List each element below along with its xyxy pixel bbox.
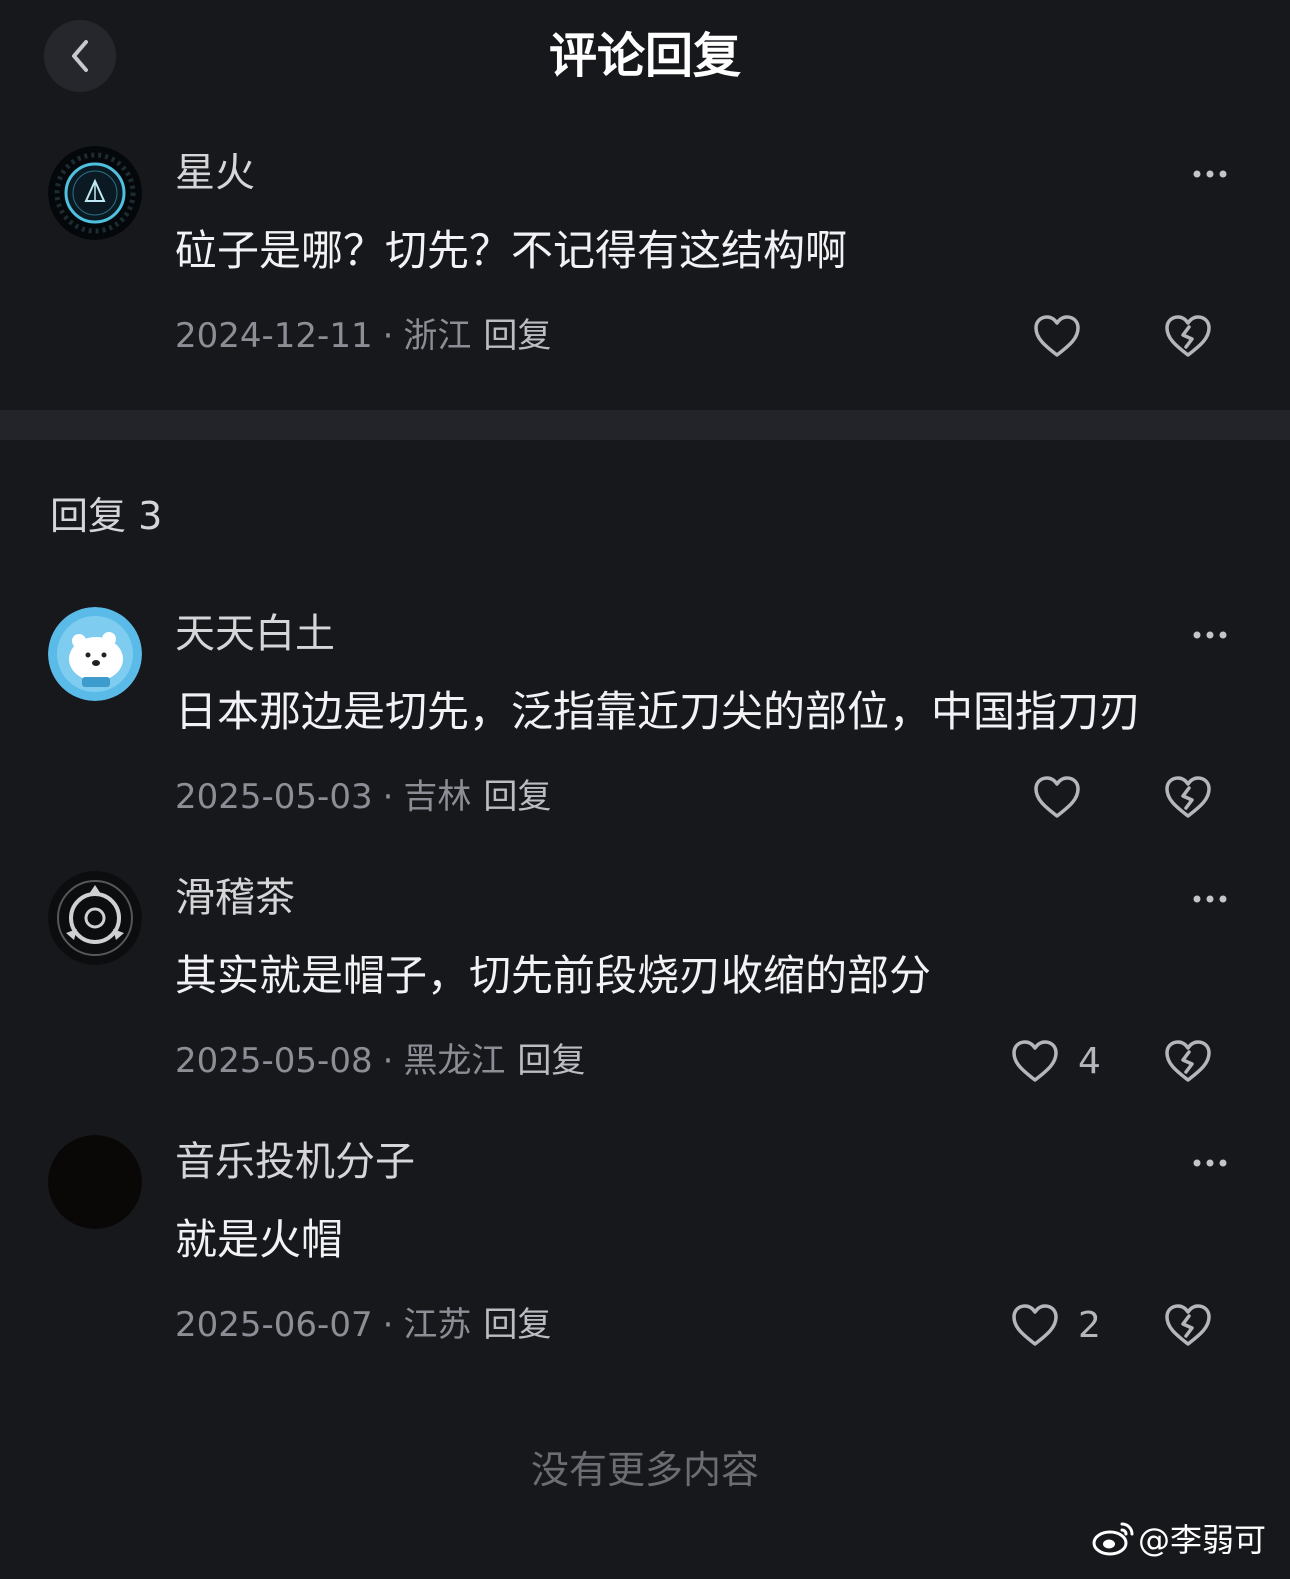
comment-text: 就是火帽 — [175, 1215, 344, 1264]
avatar[interactable] — [48, 607, 142, 701]
username[interactable]: 天天白土 — [175, 607, 335, 661]
dislike-button[interactable] — [1162, 1033, 1214, 1089]
no-more-content-text: 没有更多内容 — [530, 1448, 759, 1492]
username[interactable]: 音乐投机分子 — [175, 1135, 415, 1189]
meta-separator: · — [382, 316, 394, 356]
more-dots-icon — [1193, 895, 1227, 903]
like-count: 2 — [1078, 1304, 1101, 1346]
like-button[interactable] — [1032, 769, 1100, 825]
main-comment: 星火 砬子是哪？切先？不记得有这结构啊 2024-12-11 · 浙江 回复 — [0, 146, 1290, 386]
broken-heart-icon — [1165, 1304, 1211, 1346]
comment-text: 砬子是哪？切先？不记得有这结构啊 — [175, 226, 848, 275]
broken-heart-icon — [1165, 776, 1211, 818]
broken-heart-icon — [1165, 1040, 1211, 1082]
more-options-button[interactable] — [1188, 889, 1232, 909]
avatar[interactable] — [48, 871, 142, 965]
comment-meta: 2025-06-07 · 江苏 回复 — [175, 1302, 551, 1348]
section-divider — [0, 410, 1290, 440]
comment-date: 2025-05-08 — [175, 1041, 373, 1081]
avatar[interactable] — [48, 146, 142, 240]
more-options-button[interactable] — [1188, 625, 1232, 645]
watermark-text: @李弱可 — [1138, 1521, 1267, 1559]
username[interactable]: 滑稽茶 — [175, 871, 295, 925]
comment-date: 2025-06-07 — [175, 1305, 373, 1345]
heart-icon — [1034, 315, 1080, 357]
more-options-button[interactable] — [1188, 164, 1232, 184]
like-button[interactable] — [1032, 308, 1100, 364]
heart-icon — [1012, 1040, 1058, 1082]
watermark: @李弱可 — [1092, 1514, 1266, 1562]
comment-meta: 2025-05-08 · 黑龙江 回复 — [175, 1038, 585, 1084]
like-count: 4 — [1078, 1040, 1101, 1082]
more-options-button[interactable] — [1188, 1153, 1232, 1173]
comment-meta: 2024-12-11 · 浙江 回复 — [175, 313, 551, 359]
heart-icon — [1012, 1304, 1058, 1346]
more-dots-icon — [1193, 170, 1227, 178]
reply-link[interactable]: 回复 — [483, 316, 551, 356]
dislike-button[interactable] — [1162, 1297, 1214, 1353]
username[interactable]: 星火 — [175, 146, 255, 200]
like-button[interactable]: 2 — [1010, 1297, 1101, 1353]
comment-location: 江苏 — [403, 1305, 472, 1345]
like-button[interactable]: 4 — [1010, 1033, 1101, 1089]
meta-separator: · — [382, 1041, 394, 1081]
comment-location: 黑龙江 — [403, 1041, 506, 1081]
comment-date: 2024-12-11 — [175, 316, 373, 356]
reply-item: 音乐投机分子 就是火帽 2025-06-07 · 江苏 回复 2 — [0, 1135, 1290, 1375]
dislike-button[interactable] — [1162, 308, 1214, 364]
replies-count-title: 回复 3 — [50, 494, 163, 538]
more-dots-icon — [1193, 1159, 1227, 1167]
reply-link[interactable]: 回复 — [517, 1041, 585, 1081]
more-dots-icon — [1193, 631, 1227, 639]
heart-icon — [1034, 776, 1080, 818]
broken-heart-icon — [1165, 315, 1211, 357]
meta-separator: · — [382, 777, 394, 817]
reply-link[interactable]: 回复 — [483, 777, 551, 817]
comment-meta: 2025-05-03 · 吉林 回复 — [175, 774, 551, 820]
comment-date: 2025-05-03 — [175, 777, 373, 817]
reply-link[interactable]: 回复 — [483, 1305, 551, 1345]
page-title: 评论回复 — [548, 28, 741, 84]
reply-item: 天天白土 日本那边是切先，泛指靠近刀尖的部位，中国指刀刃 2025-05-03 ·… — [0, 607, 1290, 847]
reply-item: 滑稽茶 其实就是帽子，切先前段烧刃收缩的部分 2025-05-08 · 黑龙江 回复 … — [0, 871, 1290, 1111]
comment-location: 浙江 — [403, 316, 472, 356]
avatar[interactable] — [48, 1135, 142, 1229]
comment-location: 吉林 — [403, 777, 472, 817]
meta-separator: · — [382, 1305, 394, 1345]
top-bar: 评论回复 — [0, 0, 1290, 118]
comment-text: 日本那边是切先，泛指靠近刀尖的部位，中国指刀刃 — [175, 687, 1142, 736]
weibo-logo-icon — [1092, 1522, 1134, 1556]
comment-text: 其实就是帽子，切先前段烧刃收缩的部分 — [175, 951, 932, 1000]
dislike-button[interactable] — [1162, 769, 1214, 825]
